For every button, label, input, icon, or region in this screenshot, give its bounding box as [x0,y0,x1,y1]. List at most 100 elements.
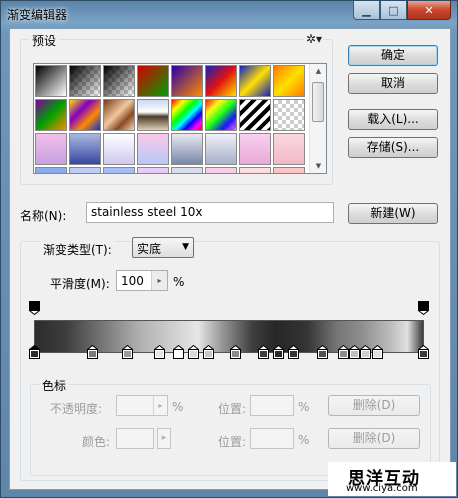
minimize-icon: ▁ [362,3,371,17]
opacity-unit: % [172,400,184,414]
dialog-window: 渐变编辑器 ▁ □ ✕ 预设 ✲▾ ▲ ▼ 确定 取消 载入(L)... 存储(… [0,0,458,498]
name-input[interactable]: stainless steel 10x [86,202,334,223]
color-stop-marker[interactable] [417,344,430,359]
delete-color-stop-button[interactable]: 删除(D) [328,428,420,449]
preset-swatch-pink-blue[interactable] [137,133,169,165]
preset-swatch-black-transparent[interactable] [103,65,135,97]
smoothness-value: 100 [121,274,144,288]
load-button[interactable]: 载入(L)... [348,109,438,130]
color-stop-marker[interactable] [287,344,300,359]
color-location-unit: % [298,433,310,447]
preset-swatch-cool-gray[interactable] [171,167,203,173]
color-stop-marker[interactable] [348,344,361,359]
color-location-label: 位置: [218,435,247,449]
preset-swatch-sky-blue[interactable] [35,167,67,173]
cancel-button[interactable]: 取消 [348,73,438,94]
preset-swatch-soft-blue[interactable] [103,167,135,173]
preset-swatch-lavender[interactable] [103,133,135,165]
preset-swatch-pink-pastel[interactable] [239,133,271,165]
smoothness-label: 平滑度(M): [50,277,110,291]
watermark-url: www.ciya.com [346,483,418,494]
gradient-type-select[interactable]: 实底 ▼ [132,237,194,258]
color-picker-arrow-icon[interactable]: ▸ [157,428,171,449]
title-bar[interactable]: 渐变编辑器 ▁ □ ✕ [1,1,457,27]
name-label: 名称(N): [20,209,67,223]
preset-scrollbar[interactable]: ▲ ▼ [309,64,326,173]
opacity-location-input[interactable] [250,395,294,416]
opacity-label: 不透明度: [50,402,103,416]
delete-opacity-stop-button[interactable]: 删除(D) [328,395,420,416]
opacity-input[interactable]: ▸ [116,395,168,416]
close-button[interactable]: ✕ [407,1,451,20]
color-stop-marker[interactable] [86,344,99,359]
preset-swatch-salmon[interactable] [273,167,305,173]
color-stop-marker[interactable] [229,344,242,359]
preset-swatch-gray-steel[interactable] [205,133,237,165]
color-stop-marker[interactable] [202,344,215,359]
preset-swatch-transparent-checker[interactable] [273,99,305,131]
preset-swatch-silver-steel[interactable] [171,133,203,165]
preset-swatch-peach[interactable] [239,167,271,173]
color-stop-marker[interactable] [359,344,372,359]
preset-swatch-yellow-violet-orange-blue[interactable] [69,99,101,131]
color-stop-marker[interactable] [172,344,185,359]
scroll-up-icon[interactable]: ▲ [310,64,326,78]
color-label: 颜色: [82,435,111,449]
color-stop-marker[interactable] [371,344,384,359]
preset-swatch-pale-blue[interactable] [69,167,101,173]
minimize-button[interactable]: ▁ [353,1,380,20]
preset-swatch-transparent-stripes[interactable] [239,99,271,131]
preset-swatch-lilac[interactable] [137,167,169,173]
save-button[interactable]: 存储(S)... [348,137,438,158]
close-icon: ✕ [424,3,434,17]
smoothness-unit: % [173,275,185,289]
window-title: 渐变编辑器 [7,8,68,22]
preset-swatch-rose-pastel[interactable] [273,133,305,165]
new-button[interactable]: 新建(W) [348,203,438,224]
color-stop-marker[interactable] [272,344,285,359]
color-stop-marker[interactable] [121,344,134,359]
chevron-down-icon: ▼ [182,242,189,252]
maximize-button[interactable]: □ [380,1,407,20]
ok-button[interactable]: 确定 [348,45,438,66]
scroll-thumb[interactable] [312,82,324,122]
color-stop-marker[interactable] [153,344,166,359]
color-stop-label: 色标 [39,377,70,394]
gear-icon[interactable]: ✲▾ [303,32,324,46]
smoothness-input[interactable]: 100 ▸ [116,270,168,291]
color-stop-marker[interactable] [316,344,329,359]
watermark-logo: 思洋互动 www.ciya.com [328,462,456,496]
preset-swatch-spectrum[interactable] [171,99,203,131]
color-location-input[interactable] [250,428,294,449]
smoothness-spin-icon[interactable]: ▸ [151,271,167,290]
swatch-grid [35,65,310,173]
preset-swatch-black-white[interactable] [35,65,67,97]
preset-swatch-violet-green-orange[interactable] [35,99,67,131]
scroll-down-icon[interactable]: ▼ [310,159,326,173]
preset-swatch-copper[interactable] [103,99,135,131]
preset-swatch-blue-yellow-blue[interactable] [239,65,271,97]
opacity-location-label: 位置: [218,402,247,416]
preset-swatch-orange-yellow-orange[interactable] [273,65,305,97]
preset-swatch-violet-orange[interactable] [171,65,203,97]
color-stop-marker[interactable] [187,344,200,359]
opacity-stop-right[interactable] [417,301,430,316]
maximize-icon: □ [388,3,399,17]
preset-swatch-chrome[interactable] [137,99,169,131]
dialog-body: 预设 ✲▾ ▲ ▼ 确定 取消 载入(L)... 存储(S)... 名称(N):… [9,28,451,490]
preset-swatch-blue-steel[interactable] [69,133,101,165]
preset-swatch-blue-red-yellow[interactable] [205,65,237,97]
color-stop-marker[interactable] [28,344,41,359]
opacity-spin-icon[interactable]: ▸ [153,396,167,415]
preset-swatch-fg-transparent[interactable] [69,65,101,97]
preset-swatch-baby-pink[interactable] [205,167,237,173]
preset-swatch-list: ▲ ▼ [33,63,327,174]
preset-swatch-transparent-rainbow[interactable] [205,99,237,131]
caption-buttons: ▁ □ ✕ [353,1,451,20]
opacity-stop-left[interactable] [28,301,41,316]
color-stop-marker[interactable] [257,344,270,359]
color-stop-marker[interactable] [337,344,350,359]
color-swatch[interactable] [116,428,154,449]
preset-swatch-pastel-violet[interactable] [35,133,67,165]
preset-swatch-red-green[interactable] [137,65,169,97]
